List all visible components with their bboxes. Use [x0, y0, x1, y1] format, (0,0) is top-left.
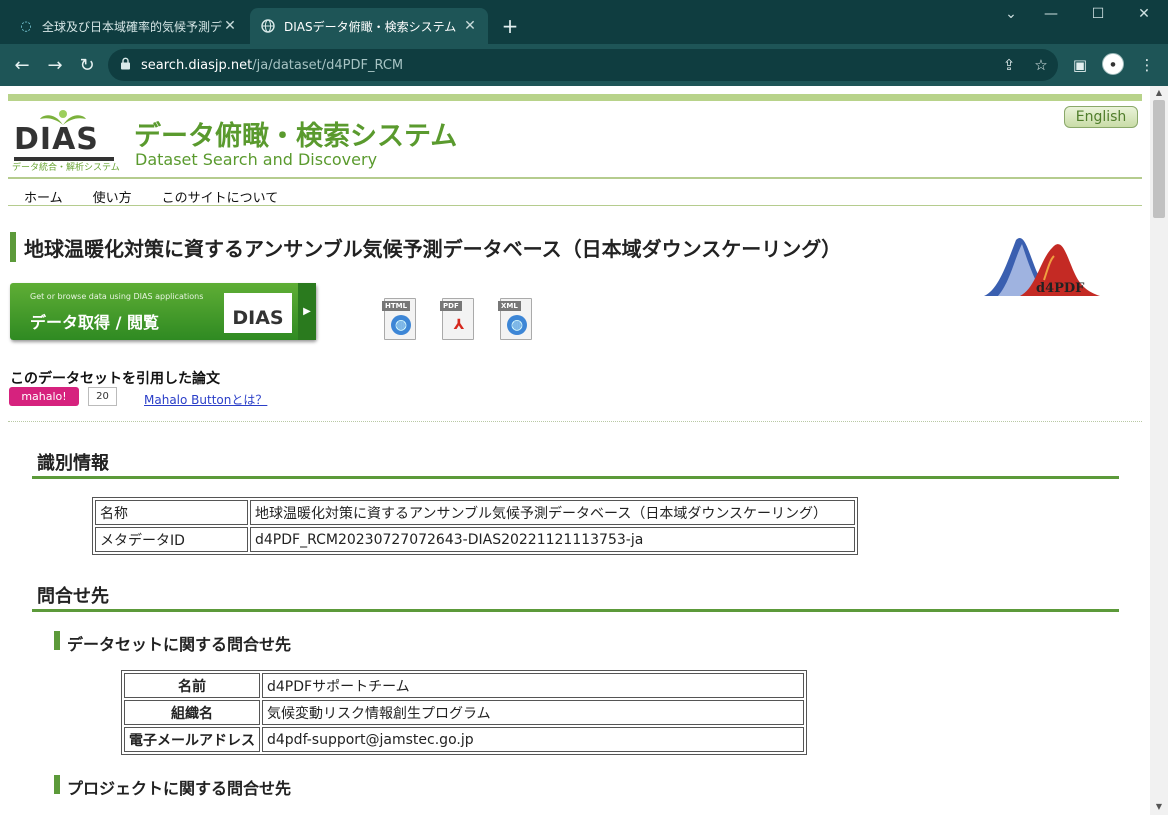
dataset-title: 地球温暖化対策に資するアンサンブル気候予測データベース（日本域ダウンスケーリング… — [24, 237, 842, 261]
citation-label: このデータセットを引用した論文 — [10, 371, 220, 387]
top-accent-bar — [8, 94, 1142, 101]
row-label: メタデータID — [95, 527, 248, 552]
row-label: 名前 — [124, 673, 260, 698]
row-value: 気候変動リスク情報創生プログラム — [262, 700, 804, 725]
new-tab-button[interactable]: + — [498, 14, 522, 38]
globe-icon: ◍ — [507, 315, 527, 335]
table-row: 名前 d4PDFサポートチーム — [124, 673, 804, 698]
lock-icon[interactable] — [120, 57, 131, 73]
spinner-globe-icon: ◌ — [20, 18, 32, 34]
mahalo-help-link[interactable]: Mahalo Buttonとは？ — [144, 391, 267, 408]
subheading-accent-bar — [54, 631, 60, 650]
globe-icon: ◍ — [391, 315, 411, 335]
site-title: データ俯瞰・検索システム — [134, 121, 458, 152]
dias-logo[interactable]: DIAS データ統合・解析システム — [12, 108, 120, 173]
tab-dias-search[interactable]: DIASデータ俯瞰・検索システム ✕ — [250, 8, 488, 44]
tab-search-icon[interactable]: ⌄ — [996, 6, 1026, 22]
address-bar[interactable]: search.diasjp.net/ja/dataset/d4PDF_RCM — [108, 49, 1058, 81]
url-host: search.diasjp.net — [141, 57, 253, 73]
d4pdf-logo-text: d4PDF — [1036, 281, 1085, 296]
scroll-down-icon[interactable]: ▼ — [1154, 802, 1164, 811]
identification-table: 名称 地球温暖化対策に資するアンサンブル気候予測データベース（日本域ダウンスケー… — [92, 497, 858, 555]
dataset-contact-heading: データセットに関する問合せ先 — [67, 635, 292, 654]
reload-icon[interactable]: ↻ — [75, 53, 99, 77]
close-tab-icon[interactable]: ✕ — [222, 18, 238, 34]
dias-logo-subtitle: データ統合・解析システム — [12, 163, 120, 173]
dias-logo-text: DIAS — [14, 122, 99, 157]
acrobat-icon: ⅄ — [453, 317, 465, 333]
back-icon[interactable]: ← — [10, 53, 34, 77]
pdf-label: PDF — [440, 301, 462, 311]
section-divider — [8, 421, 1142, 422]
get-data-button[interactable]: Get or browse data using DIAS applicatio… — [10, 283, 316, 340]
heading-underline — [32, 476, 1119, 479]
close-tab-icon[interactable]: ✕ — [462, 18, 478, 34]
contact-table: 名前 d4PDFサポートチーム 組織名 気候変動リスク情報創生プログラム 電子メ… — [121, 670, 807, 755]
forward-icon[interactable]: → — [43, 53, 67, 77]
tab-climate-prediction[interactable]: ◌ 全球及び日本域確率的気候予測デ ✕ — [8, 8, 248, 44]
nav-divider-top — [8, 177, 1142, 179]
share-icon[interactable]: ⇪ — [998, 54, 1020, 76]
tab-title: DIASデータ俯瞰・検索システム — [284, 19, 457, 34]
table-row: 名称 地球温暖化対策に資するアンサンブル気候予測データベース（日本域ダウンスケー… — [95, 500, 855, 525]
close-window-icon[interactable]: ✕ — [1129, 6, 1159, 22]
maximize-window-icon[interactable]: ☐ — [1083, 6, 1113, 22]
contact-heading: 問合せ先 — [37, 586, 109, 607]
browser-menu-icon[interactable]: ⋮ — [1136, 54, 1158, 76]
row-label: 電子メールアドレス — [124, 727, 260, 752]
pdf-metadata-icon[interactable]: PDF ⅄ — [440, 298, 474, 340]
nav-item-about[interactable]: このサイトについて — [162, 187, 279, 206]
row-label: 名称 — [95, 500, 248, 525]
nav-divider-bottom — [8, 205, 1142, 206]
heading-underline — [32, 609, 1119, 612]
browser-toolbar: ← → ↻ search.diasjp.net/ja/dataset/d4PDF… — [0, 44, 1168, 86]
mahalo-button[interactable]: mahalo! — [9, 387, 79, 406]
xml-metadata-icon[interactable]: XML ◍ — [498, 298, 532, 340]
page-scrollbar[interactable]: ▲ ▼ — [1150, 86, 1168, 815]
dias-mini-logo: DIAS — [224, 293, 292, 333]
identification-heading: 識別情報 — [37, 453, 109, 474]
table-row: 組織名 気候変動リスク情報創生プログラム — [124, 700, 804, 725]
profile-avatar[interactable]: ● — [1102, 53, 1124, 75]
tab-title: 全球及び日本域確率的気候予測デ — [42, 19, 222, 34]
d4pdf-logo: d4PDF — [980, 230, 1104, 300]
url-path: /ja/dataset/d4PDF_RCM — [252, 57, 404, 73]
project-contact-heading: プロジェクトに関する問合せ先 — [67, 779, 292, 798]
main-nav: ホーム 使い方 このサイトについて — [24, 187, 278, 206]
row-value: d4PDFサポートチーム — [262, 673, 804, 698]
html-label: HTML — [382, 301, 411, 311]
globe-icon — [260, 18, 276, 34]
minimize-window-icon[interactable]: — — [1036, 6, 1066, 22]
xml-label: XML — [498, 301, 521, 311]
site-subtitle: Dataset Search and Discovery — [135, 150, 378, 169]
row-value: d4pdf-support@jamstec.go.jp — [262, 727, 804, 752]
row-value: d4PDF_RCM20230727072643-DIAS202211211137… — [250, 527, 855, 552]
scroll-thumb[interactable] — [1153, 100, 1165, 218]
nav-item-howto[interactable]: 使い方 — [93, 187, 132, 206]
browser-tab-strip: ◌ 全球及び日本域確率的気候予測デ ✕ DIASデータ俯瞰・検索システム ✕ +… — [0, 0, 1168, 44]
side-panel-icon[interactable]: ▣ — [1069, 54, 1091, 76]
row-label: 組織名 — [124, 700, 260, 725]
html-metadata-icon[interactable]: HTML ◍ — [382, 298, 416, 340]
chevron-right-icon: ▶ — [298, 283, 316, 340]
mahalo-count: 20 — [88, 387, 117, 406]
nav-item-home[interactable]: ホーム — [24, 187, 63, 206]
web-page: DIAS データ統合・解析システム データ俯瞰・検索システム Dataset S… — [0, 86, 1150, 815]
row-value: 地球温暖化対策に資するアンサンブル気候予測データベース（日本域ダウンスケーリング… — [250, 500, 855, 525]
table-row: メタデータID d4PDF_RCM20230727072643-DIAS2022… — [95, 527, 855, 552]
title-accent-bar — [10, 232, 16, 262]
table-row: 電子メールアドレス d4pdf-support@jamstec.go.jp — [124, 727, 804, 752]
subheading-accent-bar — [54, 775, 60, 794]
get-data-label: データ取得 / 閲覧 — [30, 313, 159, 332]
star-bookmark-icon[interactable]: ☆ — [1030, 54, 1052, 76]
get-data-caption: Get or browse data using DIAS applicatio… — [30, 292, 204, 301]
english-button[interactable]: English — [1064, 106, 1138, 128]
scroll-up-icon[interactable]: ▲ — [1154, 88, 1164, 97]
